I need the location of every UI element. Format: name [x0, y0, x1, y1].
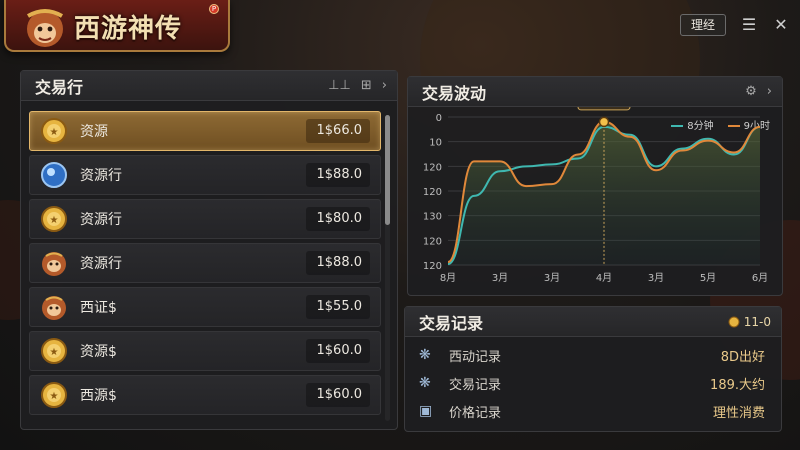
records-title: 交易记录 — [419, 313, 484, 333]
fluctuation-header: 交易波动 ⚙ › — [408, 77, 782, 107]
chart-card-icon: ▣ — [419, 403, 433, 419]
game-title: 西游神传 — [74, 14, 183, 44]
monkey-face-icon — [40, 249, 68, 277]
records-list: ❋ 西动记录 8D出好 ❋ 交易记录 189.大约 ▣ 价格记录 理性消费 — [405, 337, 781, 425]
records-badge-text: 11-0 — [743, 314, 771, 329]
gold-coin-icon: ★ — [40, 337, 68, 365]
y-tick-label: 120 — [423, 261, 442, 272]
exchange-row[interactable]: ★ 资源 1$66.0 — [29, 111, 381, 151]
exchange-row[interactable]: 资源行 1$88.0 — [29, 243, 381, 283]
gold-coin-icon: ★ — [40, 381, 68, 409]
record-value: 189.大约 — [710, 377, 765, 393]
x-tick-label: 3月 — [648, 272, 664, 284]
item-price: 1$66.0 — [306, 119, 370, 143]
y-tick-label: 120 — [423, 236, 442, 247]
gear-icon[interactable]: ⚙ — [745, 84, 757, 99]
y-tick-label: 10 — [429, 138, 442, 149]
item-name: 资源$ — [80, 344, 117, 360]
item-name: 资源行 — [80, 256, 122, 272]
snowflake-icon: ❋ — [419, 375, 431, 391]
svg-text:★: ★ — [50, 391, 59, 402]
x-tick-label: 8月 — [440, 272, 456, 284]
exchange-row[interactable]: 西证$ 1$55.0 — [29, 287, 381, 327]
item-price: 1$80.0 — [306, 207, 370, 231]
x-tick-label: 5月 — [700, 272, 716, 284]
scroll-thumb[interactable] — [385, 115, 390, 225]
snowflake-icon: ❋ — [419, 347, 431, 363]
gift-icon[interactable]: ⊞ — [361, 78, 372, 93]
record-label: 价格记录 — [449, 405, 502, 421]
gold-coin-icon — [728, 316, 740, 327]
record-value: 理性消费 — [712, 405, 765, 421]
data-point-marker — [598, 116, 610, 128]
record-value: 8D出好 — [720, 349, 765, 365]
blue-orb-icon — [40, 161, 68, 189]
exchange-list: ★ 资源 1$66.0 资源行 1$88.0 ★ 资源行 1$80.0 资源行 1$88.0 西证$… — [29, 111, 381, 419]
game-logo: 西游神传 P — [4, 0, 230, 52]
record-row[interactable]: ❋ 西动记录 8D出好 — [405, 341, 781, 369]
svg-text:★: ★ — [50, 127, 59, 138]
exchange-row[interactable]: ★ 资源$ 1$60.0 — [29, 331, 381, 371]
item-name: 西证$ — [80, 300, 117, 316]
item-price: 1$60.0 — [306, 339, 370, 363]
item-price: 1$88.0 — [306, 163, 370, 187]
item-name: 资源行 — [80, 212, 122, 228]
monkey-king-icon — [26, 9, 64, 47]
fluctuation-panel: 交易波动 ⚙ › 8分钟 9小时 120 120 130 120 120 10 0 8月 3月 3… — [407, 76, 783, 296]
record-row[interactable]: ❋ 交易记录 189.大约 — [405, 369, 781, 397]
svg-text:★: ★ — [50, 347, 59, 358]
exchange-row[interactable]: ★ 资源行 1$80.0 — [29, 199, 381, 239]
record-label: 交易记录 — [449, 377, 502, 393]
x-tick-label: 3月 — [492, 272, 508, 284]
y-tick-label: 130 — [423, 212, 442, 223]
chevron-right-icon[interactable]: › — [767, 84, 772, 99]
list-icon[interactable]: ☰ — [740, 16, 758, 34]
tooltip-label: 理性消费 — [582, 107, 626, 108]
manage-button[interactable]: 理经 — [679, 14, 726, 36]
item-name: 西源$ — [80, 388, 117, 404]
y-tick-label: 120 — [423, 162, 442, 173]
x-tick-label: 3月 — [544, 272, 560, 284]
y-tick-label: 0 — [436, 113, 442, 124]
x-tick-label: 6月 — [752, 272, 768, 284]
x-tick-label: 4月 — [596, 272, 612, 284]
record-label: 西动记录 — [449, 349, 502, 365]
item-name: 资源行 — [80, 168, 122, 184]
item-price: 1$88.0 — [306, 251, 370, 275]
item-name: 资源 — [80, 124, 108, 140]
item-price: 1$55.0 — [306, 295, 370, 319]
exchange-row[interactable]: ★ 西源$ 1$60.0 — [29, 375, 381, 415]
gold-coin-icon: ★ — [40, 117, 68, 145]
y-tick-label: 120 — [423, 187, 442, 198]
exchange-title: 交易行 — [35, 77, 84, 97]
scrollbar[interactable] — [385, 115, 390, 421]
records-panel: 交易记录 11-0 ❋ 西动记录 8D出好 ❋ 交易记录 189.大约 ▣ 价格记录 理性消费 — [404, 306, 782, 432]
monkey-face-icon — [40, 293, 68, 321]
exchange-panel: 交易行 ⊥⊥ ⊞ › ★ 资源 1$66.0 资源行 1$88.0 ★ 资源行 1$80.0 资… — [20, 70, 398, 430]
exchange-row[interactable]: 资源行 1$88.0 — [29, 155, 381, 195]
chevron-right-icon[interactable]: › — [382, 78, 387, 93]
item-price: 1$60.0 — [306, 383, 370, 407]
gold-coin-icon: ★ — [40, 205, 68, 233]
title-badge: P — [209, 4, 219, 14]
records-header: 交易记录 11-0 — [405, 307, 781, 337]
top-bar: 西游神传 P 理经 ☰ ✕ — [0, 0, 800, 60]
fluctuation-title: 交易波动 — [422, 83, 487, 103]
records-badge: 11-0 — [728, 315, 771, 329]
svg-text:★: ★ — [50, 215, 59, 226]
chart-icon[interactable]: ⊥⊥ — [328, 78, 351, 93]
price-chart[interactable]: 120 120 130 120 120 10 0 8月 3月 3月 4月 3月 5月 6月 理性消费 — [408, 107, 784, 297]
exchange-header: 交易行 ⊥⊥ ⊞ › — [21, 71, 397, 101]
close-icon[interactable]: ✕ — [772, 16, 790, 34]
record-row[interactable]: ▣ 价格记录 理性消费 — [405, 397, 781, 425]
